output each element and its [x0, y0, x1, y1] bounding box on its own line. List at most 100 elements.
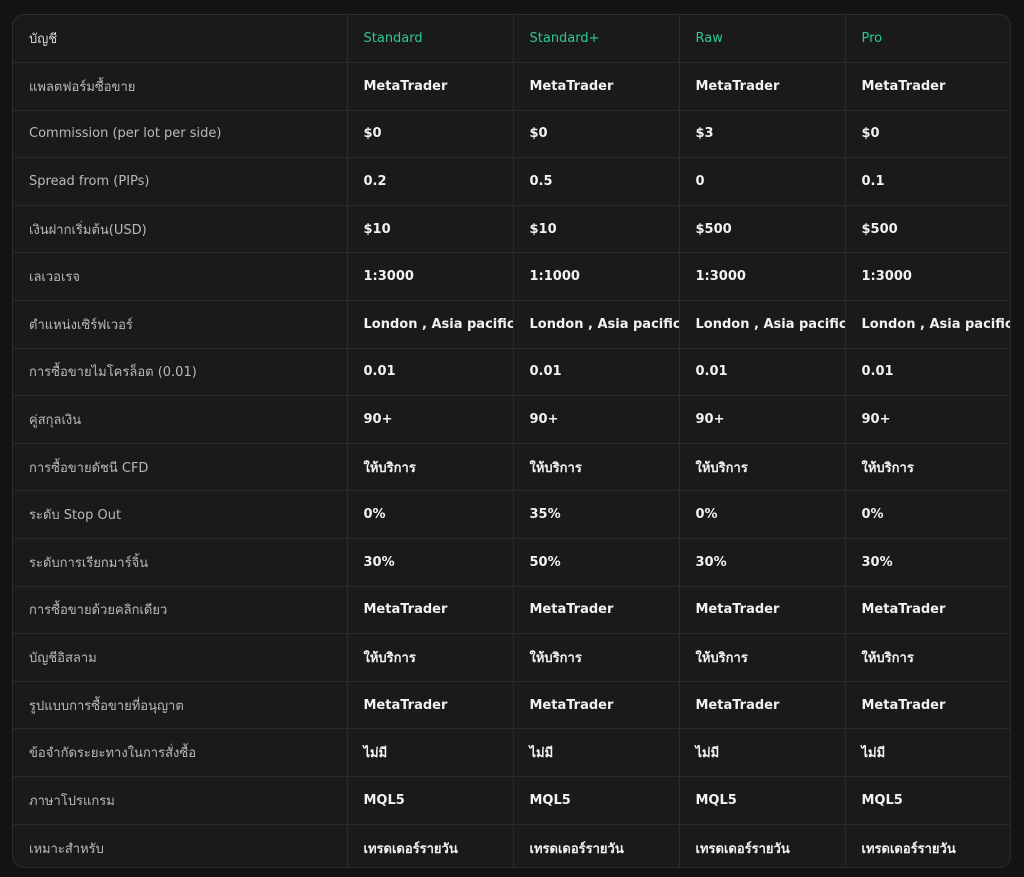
cell-standard: 30% — [347, 538, 514, 587]
row-label: เหมาะสำหรับ — [13, 824, 348, 867]
row-label: แพลตฟอร์มซื้อขาย — [13, 62, 348, 111]
cell-pro: MetaTrader — [845, 681, 1010, 730]
table-row: ข้อจำกัดระยะทางในการสั่งซื้อ ไม่มี ไม่มี ไม… — [13, 728, 1010, 777]
cell-pro: ให้บริการ — [845, 443, 1010, 492]
table-row: การซื้อขายไมโครล็อต (0.01) 0.01 0.01 0.01 0.… — [13, 348, 1010, 397]
cell-raw: $500 — [679, 205, 846, 254]
cell-standard: 0.01 — [347, 348, 514, 397]
cell-standard: 0.2 — [347, 157, 514, 206]
table-row: บัญชีอิสลาม ให้บริการ ให้บริการ ให้บริการ ให… — [13, 633, 1010, 682]
account-comparison-card: บัญชี Standard Standard+ Raw Pro แพลตฟอร… — [12, 14, 1011, 868]
cell-standard-plus: MetaTrader — [513, 62, 680, 111]
cell-standard-plus: MetaTrader — [513, 586, 680, 635]
table-row: ตำแหน่งเซิร์ฟเวอร์ London , Asia pacific L… — [13, 300, 1010, 349]
cell-pro: 30% — [845, 538, 1010, 587]
table-row: คู่สกุลเงิน 90+ 90+ 90+ 90+ — [13, 395, 1010, 444]
cell-standard: MetaTrader — [347, 586, 514, 635]
cell-raw: เทรดเดอร์รายวัน — [679, 824, 846, 867]
cell-standard: เทรดเดอร์รายวัน — [347, 824, 514, 867]
cell-standard: ให้บริการ — [347, 633, 514, 682]
cell-pro: เทรดเดอร์รายวัน — [861, 841, 956, 857]
cell-standard-plus: 35% — [513, 490, 680, 540]
cell-pro: 0.01 — [845, 348, 1010, 397]
cell-standard-plus: 90+ — [513, 395, 680, 444]
cell-standard-plus: 0.01 — [513, 348, 680, 397]
cell-raw: 0 — [679, 157, 846, 206]
cell-standard: $0 — [347, 110, 514, 159]
row-label: บัญชีอิสลาม — [13, 633, 348, 682]
row-label: Commission (per lot per side) — [13, 110, 348, 159]
table-row: เหมาะสำหรับ เทรดเดอร์รายวัน เทรดเดอร์รายวั… — [13, 824, 1010, 867]
cell-raw: ไม่มี — [679, 728, 846, 777]
cell-standard: $10 — [347, 205, 514, 254]
cell-standard-plus: เทรดเดอร์รายวัน — [513, 824, 680, 867]
row-label: เงินฝากเริ่มต้น(USD) — [13, 205, 348, 254]
table-row: รูปแบบการซื้อขายที่อนุญาต MetaTrader MetaT… — [13, 681, 1010, 730]
cell-standard-plus: MetaTrader — [513, 681, 680, 730]
cell-raw: 30% — [679, 538, 846, 587]
cell-standard-plus: 1:1000 — [513, 252, 680, 302]
cell-standard: 90+ — [347, 395, 514, 444]
cell-standard-plus: ไม่มี — [513, 728, 680, 777]
cell-raw: ให้บริการ — [679, 633, 846, 682]
cell-raw: MQL5 — [679, 776, 846, 825]
row-label: Spread from (PIPs) — [13, 157, 348, 206]
row-label: ภาษาโปรแกรม — [13, 776, 348, 825]
cell-pro: ให้บริการ — [845, 633, 1010, 682]
cell-standard-plus: MQL5 — [513, 776, 680, 825]
table-row: การซื้อขายด้วยคลิกเดียว MetaTrader MetaTra… — [13, 586, 1010, 635]
row-label: คู่สกุลเงิน — [13, 395, 348, 444]
table-row: การซื้อขายดัชนี CFD ให้บริการ ให้บริการ ให้… — [13, 443, 1010, 492]
cell-raw: 90+ — [679, 395, 846, 444]
cell-raw: MetaTrader — [679, 681, 846, 730]
cell-standard-plus: ให้บริการ — [513, 443, 680, 492]
row-label: การซื้อขายด้วยคลิกเดียว — [13, 586, 348, 635]
cell-raw: London , Asia pacific — [679, 300, 846, 349]
row-label: ระดับการเรียกมาร์จิ้น — [13, 538, 348, 587]
cell-standard-plus: 50% — [513, 538, 680, 587]
cell-pro: ไม่มี — [845, 728, 1010, 777]
cell-standard-plus: $10 — [513, 205, 680, 254]
account-comparison-table: บัญชี Standard Standard+ Raw Pro แพลตฟอร… — [13, 15, 1010, 867]
cell-standard: MetaTrader — [347, 681, 514, 730]
row-label: ตำแหน่งเซิร์ฟเวอร์ — [13, 300, 348, 349]
row-label: ข้อจำกัดระยะทางในการสั่งซื้อ — [13, 728, 348, 777]
table-row: เงินฝากเริ่มต้น(USD) $10 $10 $500 $500 — [13, 205, 1010, 254]
cell-raw: MetaTrader — [679, 586, 846, 635]
table-header-row: บัญชี Standard Standard+ Raw Pro — [13, 15, 1010, 64]
cell-pro: MetaTrader — [845, 586, 1010, 635]
table-row: แพลตฟอร์มซื้อขาย MetaTrader MetaTrader Meta… — [13, 62, 1010, 111]
row-label: การซื้อขายดัชนี CFD — [13, 443, 348, 492]
header-raw: Raw — [679, 15, 846, 64]
cell-standard: ไม่มี — [347, 728, 514, 777]
cell-pro: 90+ — [845, 395, 1010, 444]
cell-standard-plus: London , Asia pacific — [513, 300, 680, 349]
cell-standard-plus: $0 — [513, 110, 680, 159]
header-standard-plus: Standard+ — [513, 15, 680, 64]
table-row: ระดับ Stop Out 0% 35% 0% 0% — [13, 490, 1010, 540]
header-standard: Standard — [347, 15, 514, 64]
cell-pro: 1:3000 — [845, 252, 1010, 302]
cell-pro: 0% — [845, 490, 1010, 540]
table-row: Spread from (PIPs) 0.2 0.5 0 0.1 — [13, 157, 1010, 206]
cell-pro: 0.1 — [845, 157, 1010, 206]
cell-raw: ให้บริการ — [679, 443, 846, 492]
cell-pro: $0 — [845, 110, 1010, 159]
row-label: เลเวอเรจ — [13, 252, 348, 302]
cell-raw: MetaTrader — [679, 62, 846, 111]
cell-standard: MetaTrader — [347, 62, 514, 111]
cell-pro: MetaTrader — [845, 62, 1010, 111]
cell-raw: 1:3000 — [679, 252, 846, 302]
row-label: การซื้อขายไมโครล็อต (0.01) — [13, 348, 348, 397]
cell-standard: London , Asia pacific — [347, 300, 514, 349]
cell-standard: 0% — [347, 490, 514, 540]
table-row: Commission (per lot per side) $0 $0 $3 $0 — [13, 110, 1010, 159]
cell-pro: London , Asia pacific — [845, 300, 1010, 349]
cell-raw: $3 — [679, 110, 846, 159]
cell-pro: $500 — [845, 205, 1010, 254]
header-pro: Pro — [845, 15, 1010, 64]
row-label: ระดับ Stop Out — [13, 490, 348, 540]
table-row: ระดับการเรียกมาร์จิ้น 30% 50% 30% 30% — [13, 538, 1010, 587]
table-row: เลเวอเรจ 1:3000 1:1000 1:3000 1:3000 — [13, 252, 1010, 302]
cell-standard: MQL5 — [347, 776, 514, 825]
